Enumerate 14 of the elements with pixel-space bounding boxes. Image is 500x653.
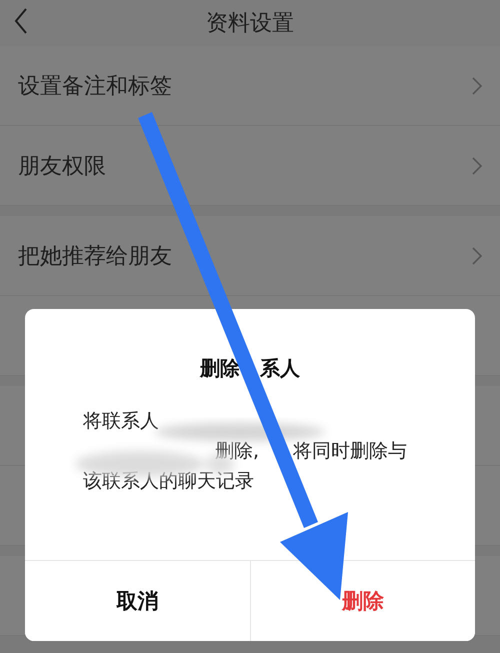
page-title: 资料设置 <box>206 10 294 38</box>
dialog-message: 该联系人的聊天记录 <box>83 469 254 494</box>
dialog-message: 将联系人 <box>83 409 159 434</box>
chevron-icon <box>472 76 482 94</box>
back-icon[interactable] <box>14 8 28 34</box>
dialog-message: 删除, <box>215 439 260 464</box>
chevron-icon <box>472 246 482 264</box>
dialog-message: 将同时删除与 <box>293 439 408 464</box>
settings-row[interactable]: 把她推荐给朋友 <box>0 216 500 296</box>
dialog-title: 系人 <box>260 355 300 382</box>
settings-row[interactable]: 朋友权限 <box>0 126 500 206</box>
dialog-title: 删除 <box>200 355 240 382</box>
settings-row[interactable]: 设置备注和标签 <box>0 46 500 126</box>
chevron-icon <box>472 156 482 174</box>
